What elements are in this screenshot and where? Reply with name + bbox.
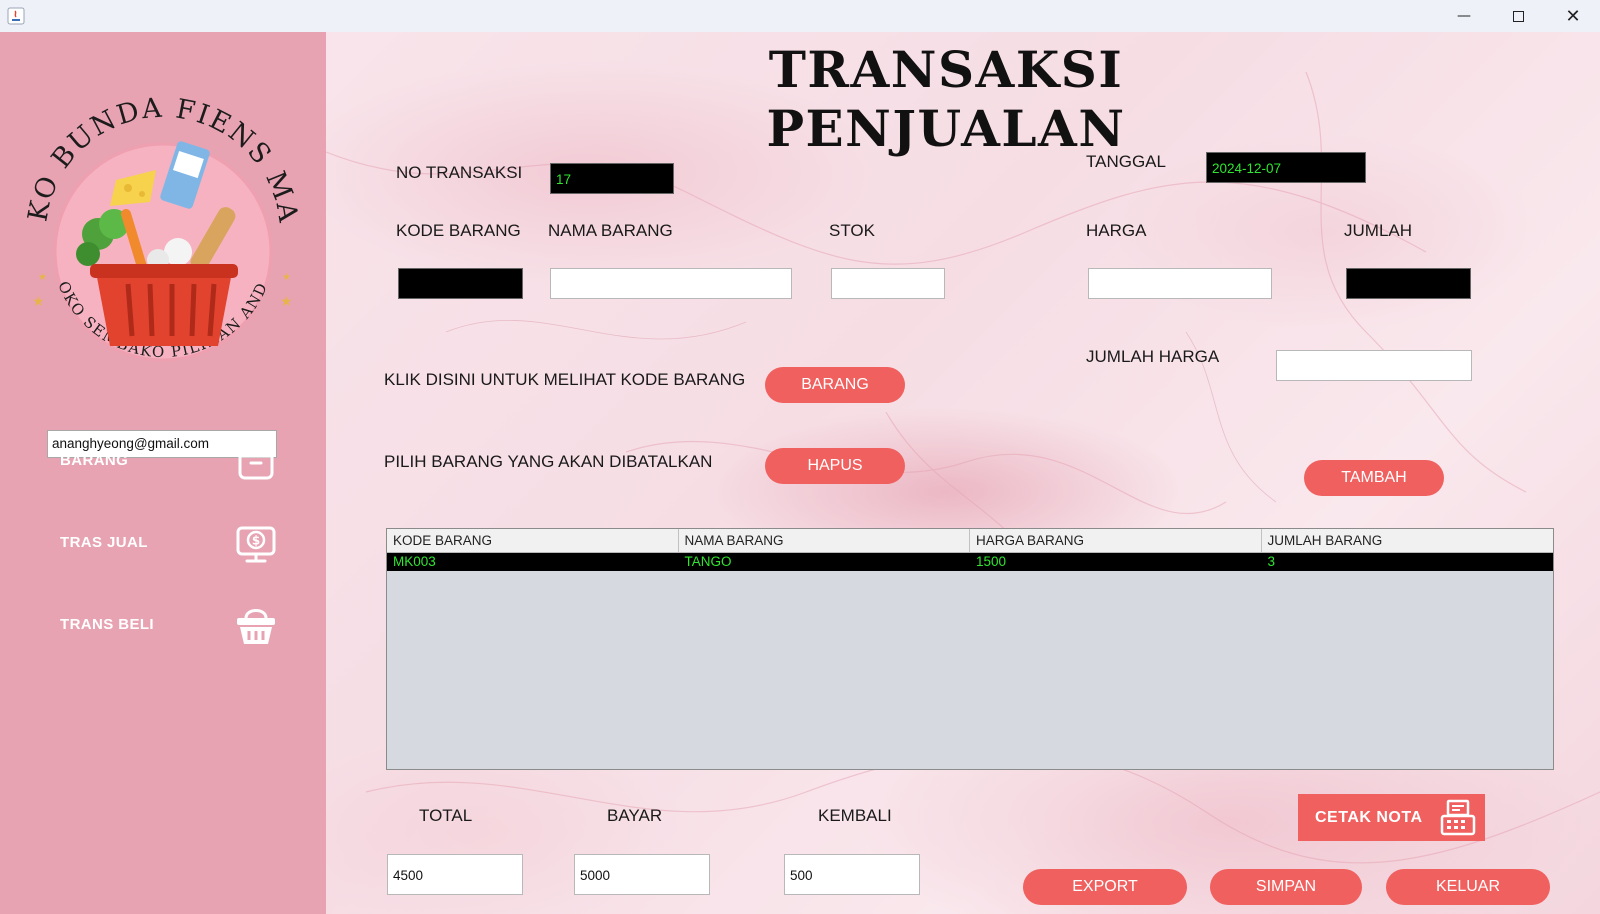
page-title: TRANSAKSI PENJUALAN [766,40,1126,158]
sidebar-item-barang[interactable]: BARANG [60,438,300,486]
kembali-field[interactable]: 500 [784,854,920,895]
kode-barang-label: KODE BARANG [396,221,521,240]
harga-label: HARGA [1086,221,1147,240]
column-header[interactable]: HARGA BARANG [970,529,1262,552]
table-header: KODE BARANG NAMA BARANG HARGA BARANG JUM… [387,529,1553,553]
svg-text:★: ★ [280,293,293,309]
store-logo: TOKO BUNDA FIENS MART TOKO SEMBAKO PILIH… [18,84,302,362]
sidebar: TOKO BUNDA FIENS MART TOKO SEMBAKO PILIH… [0,32,326,914]
sidebar-item-trans-beli[interactable]: TRANS BELI [60,602,300,650]
export-button[interactable]: EXPORT [1023,869,1187,905]
stok-label: STOK [829,221,875,240]
title-bar: — ✕ [0,0,1600,32]
cetak-nota-button[interactable]: CETAK NOTA [1298,794,1485,841]
nama-barang-field[interactable] [550,268,792,299]
archive-box-icon [238,444,274,480]
jumlah-field[interactable] [1346,268,1471,299]
stok-field[interactable] [831,268,945,299]
money-monitor-icon: $ [236,526,276,563]
svg-text:★: ★ [38,272,47,283]
column-header[interactable]: NAMA BARANG [679,529,970,552]
jumlah-label: JUMLAH [1344,221,1413,240]
keluar-button[interactable]: KELUAR [1386,869,1550,905]
table-cell: 3 [1267,554,1276,569]
sidebar-item-label: BARANG [60,452,129,469]
table-row[interactable]: MK003 TANGO 1500 3 [387,553,1553,571]
minimize-button[interactable]: — [1437,0,1491,32]
jumlah-harga-label: JUMLAH HARGA [1086,347,1220,366]
kode-barang-field[interactable] [398,268,523,299]
table-cell: TANGO [684,554,732,569]
java-app-icon [7,7,25,25]
tambah-button[interactable]: TAMBAH [1304,460,1444,496]
transaction-table[interactable]: KODE BARANG NAMA BARANG HARGA BARANG JUM… [386,528,1554,770]
no-transaksi-field[interactable]: 17 [550,163,674,194]
table-cell: 1500 [976,554,1007,569]
basket-icon [237,609,275,644]
sidebar-item-label: TRAS JUAL [60,534,148,551]
maximize-icon [1512,10,1524,22]
no-transaksi-label: NO TRANSAKSI [396,163,523,182]
close-button[interactable]: ✕ [1546,0,1600,32]
main-panel: TRANSAKSI PENJUALAN NO TRANSAKSI 17 TANG… [326,32,1600,914]
batal-hint: PILIH BARANG YANG AKAN DIBATALKAN [384,452,713,471]
sidebar-item-label: TRANS BELI [60,616,154,633]
svg-text:★: ★ [282,272,291,283]
lihat-kode-hint: KLIK DISINI UNTUK MELIHAT KODE BARANG [384,370,746,389]
total-field[interactable]: 4500 [387,854,523,895]
bayar-field[interactable]: 5000 [574,854,710,895]
barang-button[interactable]: BARANG [765,367,905,403]
column-header[interactable]: KODE BARANG [387,529,679,552]
bayar-label: BAYAR [607,806,663,825]
cash-register-icon [1440,799,1476,836]
nama-barang-label: NAMA BARANG [548,221,673,240]
tanggal-field[interactable]: 2024-12-07 [1206,152,1366,183]
kembali-label: KEMBALI [818,806,892,825]
hapus-button[interactable]: HAPUS [765,448,905,484]
svg-text:★: ★ [32,293,45,309]
maximize-button[interactable] [1491,0,1545,32]
harga-field[interactable] [1088,268,1272,299]
total-label: TOTAL [419,806,473,825]
sidebar-item-tras-jual[interactable]: TRAS JUAL $ [60,520,300,568]
tanggal-label: TANGGAL [1086,152,1166,171]
jumlah-harga-field[interactable] [1276,350,1472,381]
column-header[interactable]: JUMLAH BARANG [1262,529,1554,552]
table-cell: MK003 [393,554,436,569]
svg-text:$: $ [252,534,260,548]
cetak-nota-label: CETAK NOTA [1315,809,1423,826]
simpan-button[interactable]: SIMPAN [1210,869,1362,905]
